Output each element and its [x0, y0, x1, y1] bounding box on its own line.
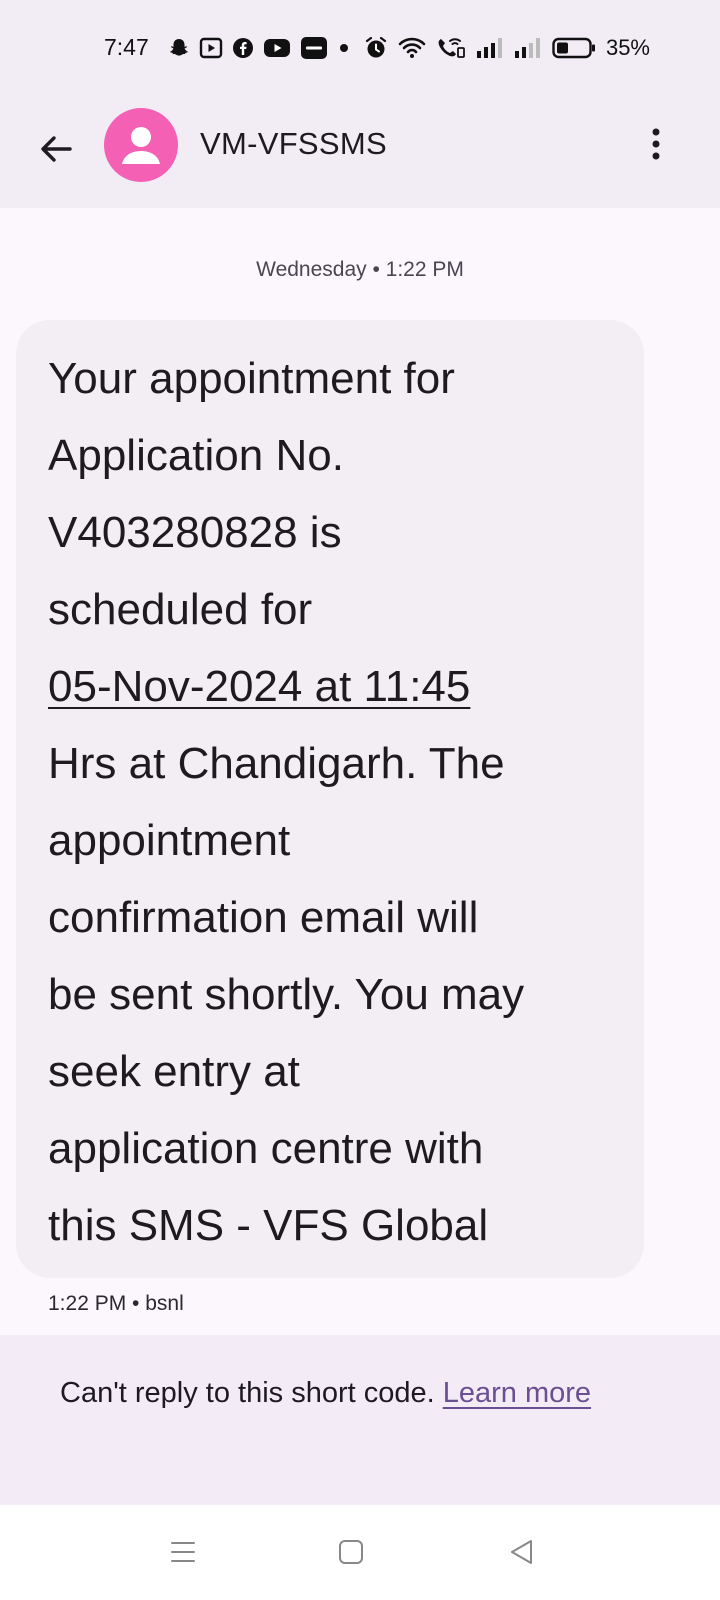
learn-more-link[interactable]: Learn more [443, 1377, 591, 1409]
youtube-icon [264, 39, 290, 57]
person-icon [122, 127, 160, 164]
date-separator: Wednesday • 1:22 PM [256, 258, 464, 281]
message-line: seek entry at [48, 1047, 300, 1096]
notification-icons [168, 36, 351, 60]
message-line: V403280828 is [48, 508, 342, 557]
message-line: confirmation email will [48, 893, 479, 942]
message-line: Hrs at Chandigarh. The [48, 739, 505, 788]
menu-icon[interactable] [166, 1535, 200, 1569]
message-text: Your appointment for Application No. V40… [48, 340, 638, 1264]
message-line: appointment [48, 816, 291, 865]
status-time: 7:47 [104, 34, 149, 60]
message-line: this SMS - VFS Global [48, 1201, 489, 1250]
message-timestamp: 1:22 PM • bsnl [48, 1292, 184, 1315]
more-options-icon[interactable] [646, 126, 666, 166]
home-icon[interactable] [334, 1535, 368, 1569]
app-bar: VM-VFSSMS [0, 96, 720, 208]
back-triangle-icon[interactable] [504, 1535, 538, 1569]
message-line: be sent shortly. You may [48, 970, 525, 1019]
zomato-icon [301, 37, 327, 59]
message-line: Application No. [48, 431, 344, 480]
alarm-icon [365, 36, 387, 58]
message-line: application centre with [48, 1124, 484, 1173]
snapchat-icon [170, 39, 188, 56]
status-bar: 7:47 35% [0, 0, 720, 96]
signal-icon [514, 38, 540, 58]
avatar[interactable] [104, 108, 178, 182]
wifi-icon [398, 37, 426, 58]
wifi-calling-icon [438, 38, 465, 58]
reply-notice: Can't reply to this short code. Learn mo… [0, 1335, 720, 1505]
conversation-title: VM-VFSSMS [200, 126, 387, 161]
battery-percent: 35% [605, 35, 650, 60]
signal-icon [476, 38, 502, 58]
facebook-icon [233, 38, 253, 58]
battery-icon [552, 37, 595, 59]
system-icons: 35% [364, 34, 650, 62]
message-line: scheduled for [48, 585, 313, 634]
back-arrow-icon[interactable] [36, 129, 76, 169]
message-line: Your appointment for [48, 354, 455, 403]
navigation-bar [0, 1505, 720, 1600]
dot-icon [340, 44, 348, 52]
date-time-link[interactable]: 05-Nov-2024 at 11:45 [48, 662, 470, 711]
notice-text: Can't reply to this short code. [60, 1377, 443, 1409]
notice-text-block: Can't reply to this short code. Learn mo… [60, 1369, 620, 1417]
video-player-icon [199, 37, 223, 59]
